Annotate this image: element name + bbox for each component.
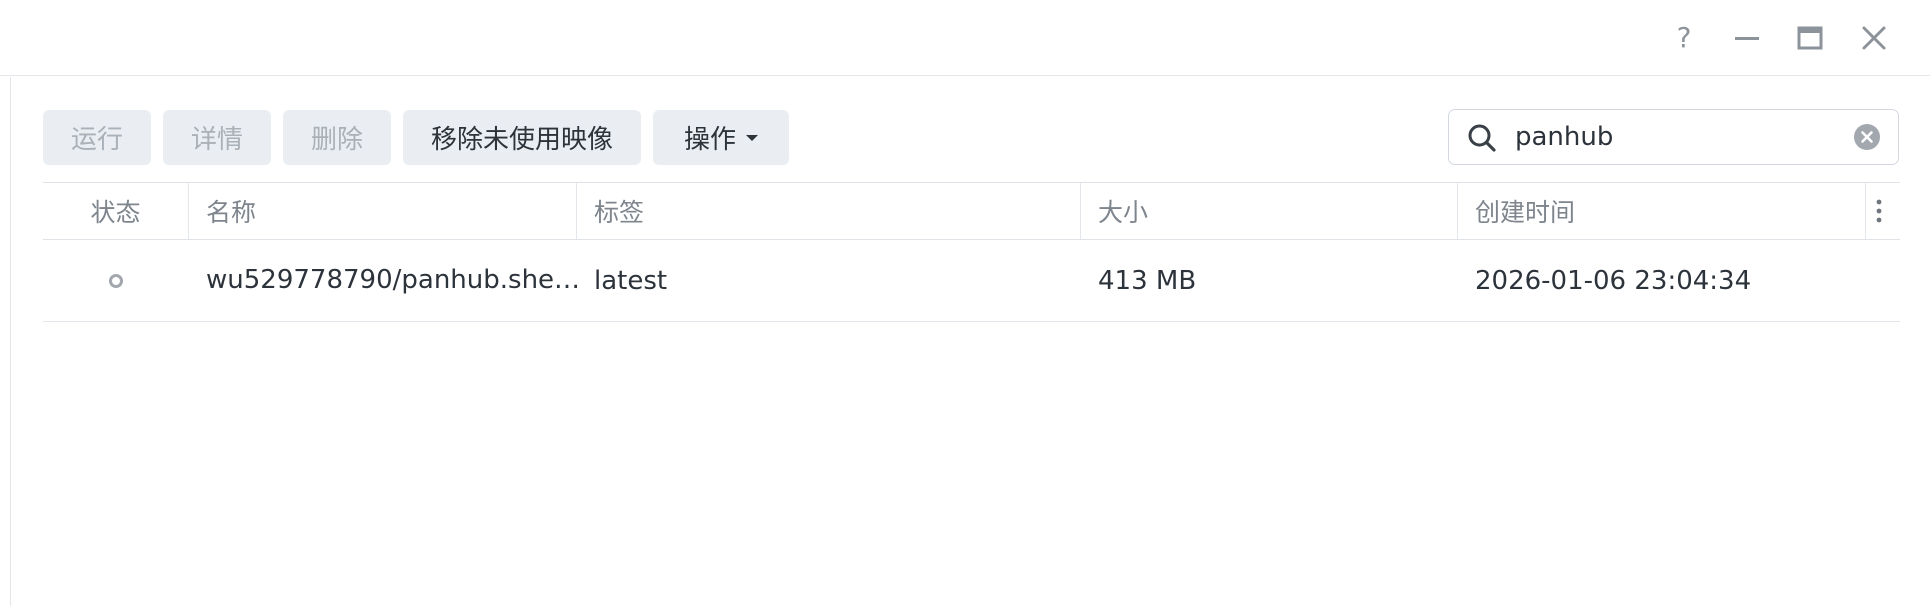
maximize-button[interactable]	[1790, 18, 1830, 58]
more-vertical-icon	[1876, 199, 1882, 223]
column-header-created[interactable]: 创建时间	[1475, 183, 1575, 239]
action-label: 操作	[683, 125, 736, 155]
column-header-tag[interactable]: 标签	[594, 183, 644, 239]
created-cell: 2026-01-06 23:04:34	[1475, 265, 1752, 296]
column-divider[interactable]	[1080, 183, 1081, 239]
help-icon: ?	[1676, 21, 1692, 54]
image-table: 状态 名称 标签 大小 创建时间 wu529778790/panhub.shen…	[43, 182, 1900, 322]
column-menu-button[interactable]	[1858, 183, 1900, 239]
column-divider[interactable]	[188, 183, 189, 239]
close-icon	[1862, 26, 1886, 50]
search-input[interactable]	[1515, 118, 1825, 156]
minimize-icon	[1735, 37, 1759, 40]
minimize-button[interactable]	[1727, 18, 1767, 58]
column-header-status[interactable]: 状态	[43, 183, 188, 239]
maximize-icon	[1797, 26, 1823, 50]
tag-cell: latest	[594, 265, 668, 296]
clear-search-icon[interactable]	[1853, 123, 1881, 151]
status-cell	[43, 240, 188, 321]
caret-down-icon	[746, 134, 758, 141]
close-button[interactable]	[1854, 18, 1894, 58]
table-row[interactable]: wu529778790/panhub.shenzjd.com latest 41…	[43, 240, 1900, 322]
column-header-name[interactable]: 名称	[206, 183, 256, 239]
status-stopped-icon	[108, 273, 123, 288]
table-header: 状态 名称 标签 大小 创建时间	[43, 182, 1900, 240]
size-cell: 413 MB	[1098, 265, 1197, 296]
search-box	[1448, 109, 1899, 165]
column-divider[interactable]	[1457, 183, 1458, 239]
action-dropdown-button[interactable]: 操作	[653, 110, 789, 165]
window-titlebar: ?	[0, 0, 1930, 76]
column-header-size[interactable]: 大小	[1098, 183, 1148, 239]
search-icon	[1468, 124, 1496, 152]
delete-button[interactable]: 删除	[283, 110, 391, 165]
panel-left-border	[10, 77, 11, 606]
run-button[interactable]: 运行	[43, 110, 151, 165]
name-cell: wu529778790/panhub.shenzjd.com	[206, 265, 582, 295]
remove-unused-images-button[interactable]: 移除未使用映像	[403, 110, 641, 165]
column-divider[interactable]	[576, 183, 577, 239]
help-button[interactable]: ?	[1664, 18, 1704, 58]
detail-button[interactable]: 详情	[163, 110, 271, 165]
